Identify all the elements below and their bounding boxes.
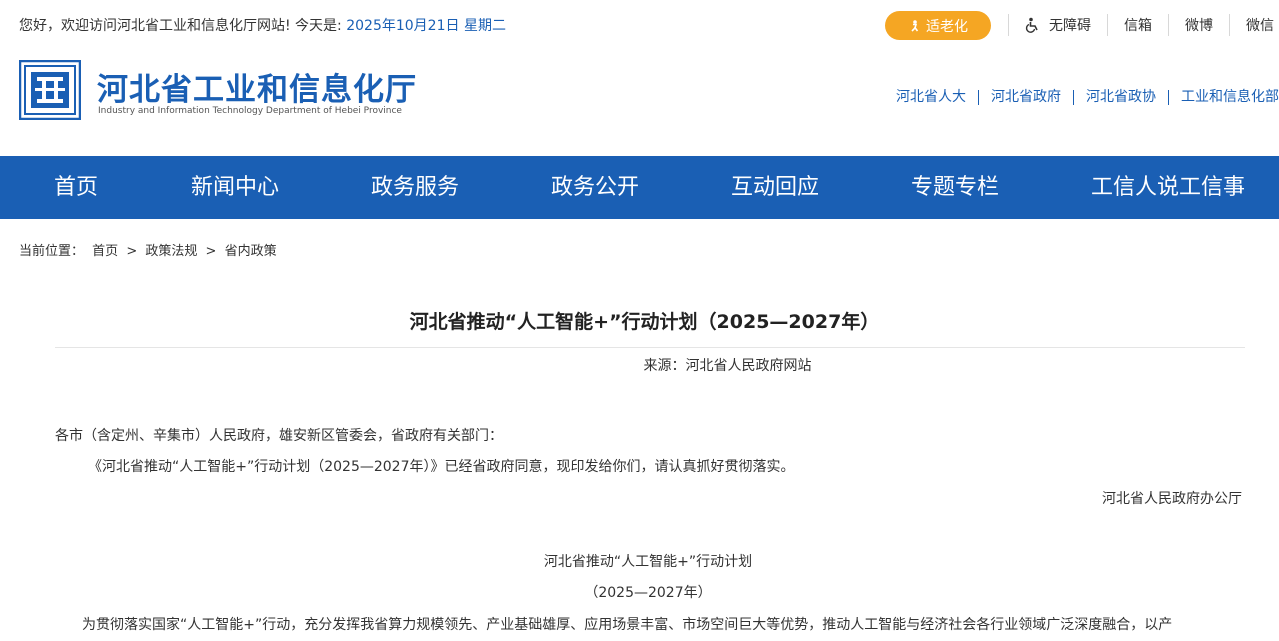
nav-home[interactable]: 首页 bbox=[54, 156, 98, 219]
article-title: 河北省推动“人工智能+”行动计划（2025—2027年） bbox=[409, 311, 880, 333]
site-header: 河北省工业和信息化厅 Industry and Information Tech… bbox=[0, 50, 1279, 156]
elder-mode-icon bbox=[911, 19, 919, 32]
nav-special-topics[interactable]: 专题专栏 bbox=[911, 156, 999, 219]
logo-emblem-icon[interactable] bbox=[19, 60, 81, 120]
site-name-cn[interactable]: 河北省工业和信息化厅 bbox=[97, 64, 417, 109]
body-paragraph: 为贯彻落实国家“人工智能+”行动，充分发挥我省算力规模领先、产业基础雄厚、应用场… bbox=[82, 617, 1173, 633]
breadcrumb-label: 当前位置： bbox=[19, 244, 85, 259]
breadcrumb-separator: > bbox=[205, 244, 217, 259]
mailbox-link[interactable]: 信箱 bbox=[1124, 15, 1152, 35]
nav-government-affairs[interactable]: 政务公开 bbox=[551, 156, 639, 219]
notice-paragraph: 《河北省推动“人工智能+”行动计划（2025—2027年）》已经省政府同意，现印… bbox=[88, 459, 795, 475]
nav-news-center[interactable]: 新闻中心 bbox=[191, 156, 279, 219]
link-provincial-government[interactable]: 河北省政府 bbox=[979, 90, 1074, 105]
breadcrumb: 当前位置： 首页 > 政策法规 > 省内政策 bbox=[19, 240, 281, 259]
related-sites: 河北省人大 河北省政府 河北省政协 工业和信息化部 bbox=[884, 90, 1279, 105]
divider bbox=[1107, 14, 1108, 36]
breadcrumb-separator: > bbox=[126, 244, 138, 259]
greeting-prefix: 您好，欢迎访问河北省工业和信息化厅网站! 今天是: bbox=[19, 18, 342, 34]
divider bbox=[1229, 14, 1230, 36]
nav-government-services[interactable]: 政务服务 bbox=[371, 156, 459, 219]
document-subtitle: （2025—2027年） bbox=[584, 585, 712, 601]
accessibility-label: 无障碍 bbox=[1049, 18, 1091, 34]
link-miit[interactable]: 工业和信息化部 bbox=[1169, 90, 1279, 105]
title-divider bbox=[55, 347, 1245, 348]
weibo-link[interactable]: 微博 bbox=[1185, 15, 1213, 35]
nav-interaction[interactable]: 互动回应 bbox=[731, 156, 819, 219]
breadcrumb-provincial-policies[interactable]: 省内政策 bbox=[225, 244, 277, 259]
accessibility-link[interactable]: 无障碍 bbox=[1025, 15, 1091, 35]
site-name-en: Industry and Information Technology Depa… bbox=[98, 106, 402, 116]
article-source: 来源：河北省人民政府网站 bbox=[643, 358, 812, 374]
top-links: 无障碍 信箱 微博 微信 bbox=[1008, 14, 1274, 36]
elder-mode-label: 适老化 bbox=[926, 18, 968, 35]
nav-staff-stories[interactable]: 工信人说工信事 bbox=[1091, 156, 1245, 219]
link-provincial-cppcc[interactable]: 河北省政协 bbox=[1074, 90, 1169, 105]
breadcrumb-policies[interactable]: 政策法规 bbox=[145, 244, 197, 259]
addressee-line: 各市（含定州、辛集市）人民政府，雄安新区管委会，省政府有关部门： bbox=[55, 428, 503, 444]
document-title: 河北省推动“人工智能+”行动计划 bbox=[543, 554, 753, 570]
top-bar: 您好，欢迎访问河北省工业和信息化厅网站! 今天是: 2025年10月21日 星期… bbox=[0, 0, 1279, 50]
main-nav: 首页 新闻中心 政务服务 政务公开 互动回应 专题专栏 工信人说工信事 bbox=[0, 156, 1279, 219]
issuer-name: 河北省人民政府办公厅 bbox=[1102, 491, 1242, 507]
current-date: 2025年10月21日 星期二 bbox=[346, 18, 506, 34]
elder-mode-button[interactable]: 适老化 bbox=[885, 11, 991, 40]
breadcrumb-home[interactable]: 首页 bbox=[92, 244, 118, 259]
wheelchair-icon bbox=[1025, 17, 1038, 33]
wechat-link[interactable]: 微信 bbox=[1246, 15, 1274, 35]
divider bbox=[1168, 14, 1169, 36]
link-provincial-congress[interactable]: 河北省人大 bbox=[884, 90, 979, 105]
divider bbox=[1008, 14, 1009, 36]
welcome-text: 您好，欢迎访问河北省工业和信息化厅网站! 今天是: 2025年10月21日 星期… bbox=[19, 15, 506, 35]
